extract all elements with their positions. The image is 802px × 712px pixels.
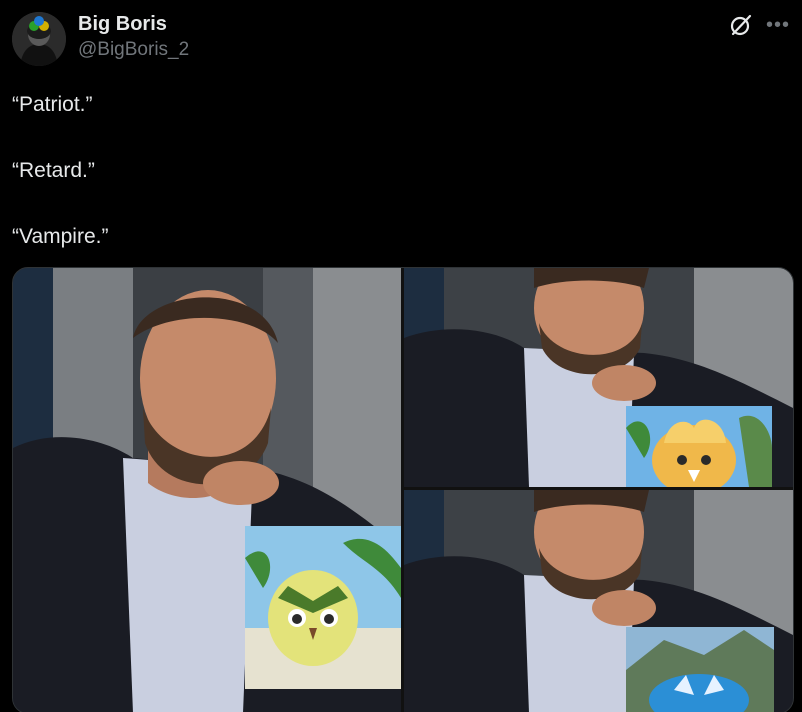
tweet-line: “Patriot.” bbox=[12, 93, 93, 116]
tweet-line: “Retard.” bbox=[12, 159, 95, 182]
media-image-2[interactable] bbox=[404, 268, 793, 487]
grok-icon[interactable] bbox=[728, 12, 754, 38]
user-handle[interactable]: @BigBoris_2 bbox=[78, 38, 189, 62]
tweet-actions: ••• bbox=[728, 12, 790, 38]
tweet-card: Big Boris @BigBoris_2 ••• “Patriot.” “Re… bbox=[0, 0, 802, 712]
more-options-icon[interactable]: ••• bbox=[766, 15, 790, 35]
user-info: Big Boris @BigBoris_2 bbox=[78, 12, 189, 62]
media-image-1[interactable] bbox=[13, 268, 401, 712]
avatar[interactable] bbox=[12, 12, 66, 66]
tweet-text: “Patriot.” “Retard.” “Vampire.” bbox=[12, 88, 772, 286]
display-name[interactable]: Big Boris bbox=[78, 12, 189, 36]
tweet-line: “Vampire.” bbox=[12, 225, 109, 248]
media-image-3[interactable] bbox=[404, 490, 793, 712]
media-grid[interactable] bbox=[12, 267, 794, 712]
